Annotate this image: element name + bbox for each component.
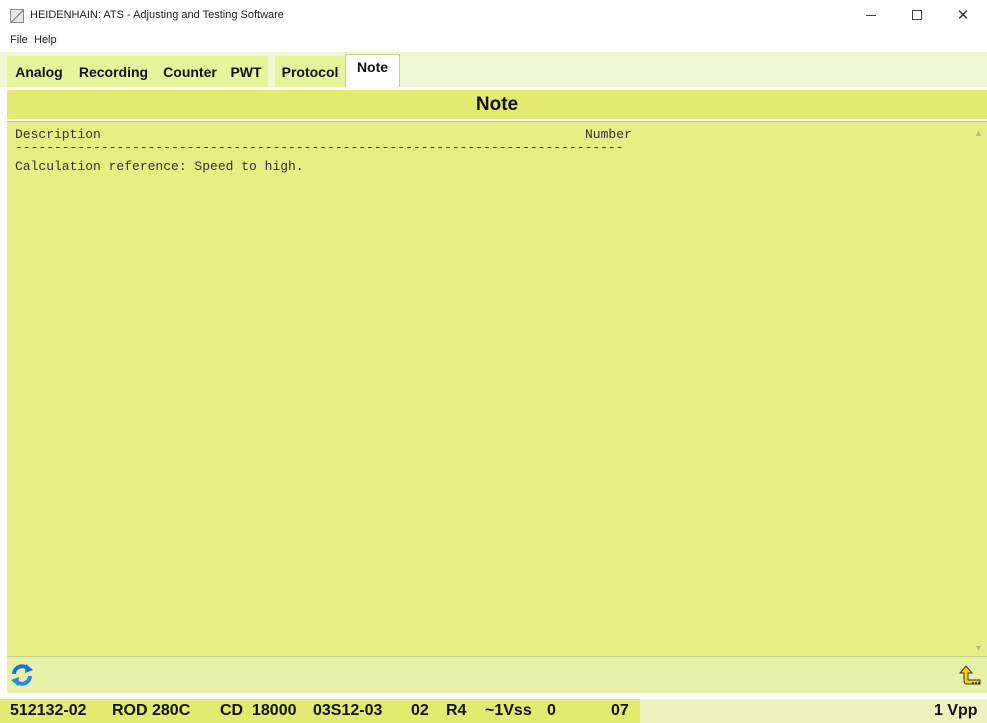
maximize-icon <box>912 10 922 20</box>
tab-counter[interactable]: Counter <box>156 56 224 87</box>
refresh-arrows-icon <box>11 664 33 686</box>
menu-file[interactable]: File <box>10 34 28 46</box>
status-line-count: 18000 <box>252 702 297 719</box>
bottom-toolbar <box>7 656 987 693</box>
status-model: ROD 280C <box>112 702 191 719</box>
tab-recording[interactable]: Recording <box>71 56 156 87</box>
app-logo-icon <box>10 9 24 23</box>
status-id-number: 512132-02 <box>10 702 87 719</box>
minimize-button[interactable] <box>848 0 894 30</box>
tab-strip: Analog Recording Counter PWT Protocol No… <box>0 52 987 87</box>
title-bar: HEIDENHAIN: ATS - Adjusting and Testing … <box>0 0 987 30</box>
close-icon: ✕ <box>956 7 970 24</box>
status-zero: 0 <box>547 702 556 719</box>
tab-analog[interactable]: Analog <box>7 56 71 87</box>
return-arrow-icon <box>958 665 981 685</box>
header-separator: ----------------------------------------… <box>15 140 624 155</box>
page-title: Note <box>7 90 987 119</box>
status-r: R4 <box>446 702 467 719</box>
menu-help[interactable]: Help <box>34 34 57 46</box>
tab-note[interactable]: Note <box>345 54 400 87</box>
status-interface: 1 Vpp <box>934 702 978 719</box>
return-button[interactable] <box>958 662 984 688</box>
tab-pwt[interactable]: PWT <box>224 56 268 87</box>
window-title: HEIDENHAIN: ATS - Adjusting and Testing … <box>30 9 284 21</box>
close-button[interactable]: ✕ <box>940 0 986 30</box>
menu-bar: File Help <box>0 30 987 50</box>
minimize-icon <box>866 14 876 16</box>
status-code: 02 <box>411 702 429 719</box>
status-bar: 512132-02 ROD 280C CD 18000 03S12-03 02 … <box>0 699 987 723</box>
scroll-down-icon[interactable]: ▼ <box>974 643 983 653</box>
status-seven: 07 <box>611 702 629 719</box>
scroll-up-icon[interactable]: ▲ <box>974 128 983 138</box>
status-cd: CD <box>220 702 244 719</box>
list-item: Calculation reference: Speed to high. <box>15 159 304 174</box>
vertical-scrollbar[interactable]: ▲ ▼ <box>970 122 987 657</box>
refresh-button[interactable] <box>9 662 35 688</box>
note-list[interactable]: Description Number ---------------------… <box>7 121 987 656</box>
maximize-button[interactable] <box>894 0 940 30</box>
tab-protocol[interactable]: Protocol <box>275 56 345 87</box>
status-serial: 03S12-03 <box>313 702 383 719</box>
status-signal: ~1Vss <box>485 702 532 719</box>
